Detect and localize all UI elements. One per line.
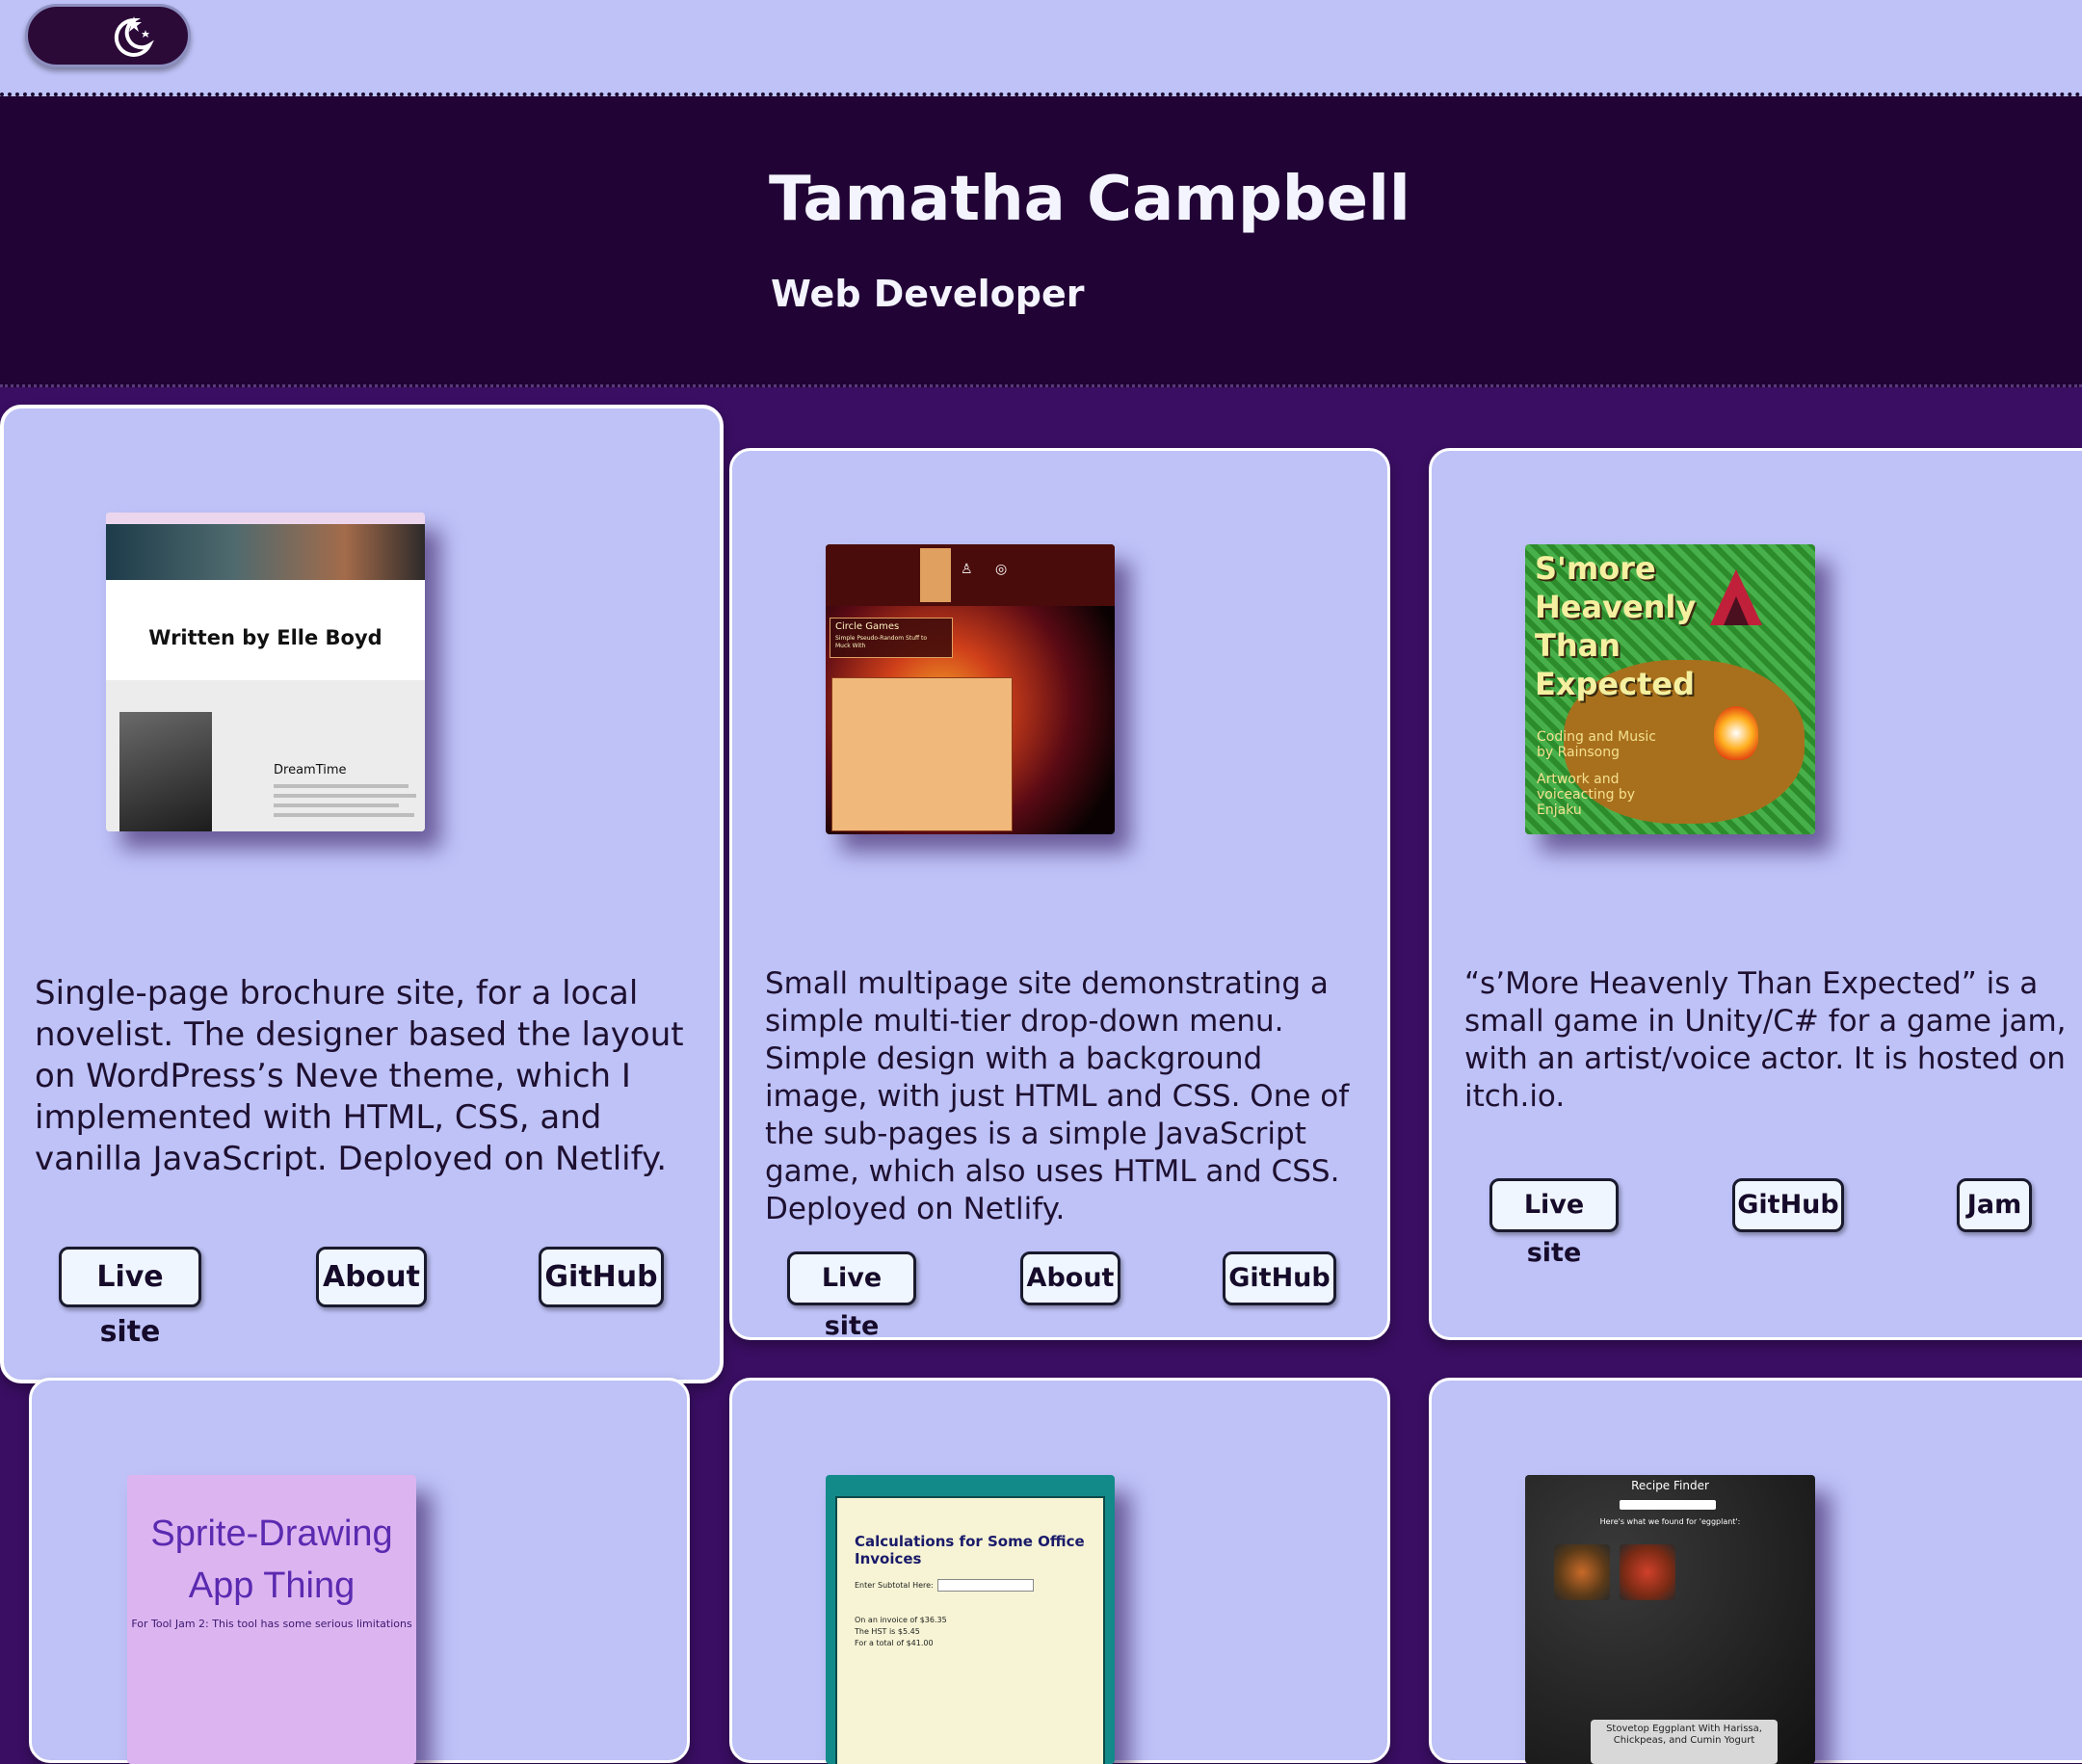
preview-title-line: App Thing: [188, 1566, 356, 1606]
moon-stars-icon: [114, 16, 154, 57]
developer-role: Web Developer: [771, 273, 1085, 315]
location-icon: ◎: [995, 562, 1008, 577]
preview-value: On an invoice of $36.35: [855, 1616, 947, 1624]
github-button[interactable]: GitHub: [1223, 1251, 1336, 1305]
preview-input: [937, 1579, 1034, 1592]
project-preview-image: Recipe Finder Here's what we found for '…: [1525, 1475, 1815, 1764]
preview-title-line: Expected: [1535, 666, 1695, 702]
tent-icon: [1710, 569, 1762, 625]
preview-subtitle: For Tool Jam 2: This tool has some serio…: [131, 1618, 412, 1630]
top-bar: [0, 0, 2082, 96]
preview-value: For a total of $41.00: [855, 1639, 934, 1647]
preview-value: The HST is $5.45: [855, 1627, 920, 1636]
preview-input-label: Enter Subtotal Here:: [855, 1581, 934, 1590]
preview-subtitle: Simple Pseudo-Random Stuff to Muck With: [835, 635, 928, 649]
site-header: Tamatha Campbell Web Developer: [0, 96, 2082, 387]
preview-credit: Coding and Music by Rainsong: [1537, 729, 1656, 760]
preview-title: Circle Games: [835, 621, 900, 632]
preview-title: Recipe Finder: [1631, 1479, 1709, 1492]
project-card-circle-games[interactable]: ♙ ◎ Circle Games Simple Pseudo-Random St…: [729, 448, 1390, 1341]
preview-title: Calculations for Some Office Invoices: [855, 1533, 1085, 1567]
theme-toggle-button[interactable]: [25, 4, 191, 67]
preview-title-line: Sprite-Drawing: [150, 1514, 393, 1554]
person-icon: ♙: [961, 562, 973, 577]
preview-subtitle: Here's what we found for 'eggplant':: [1599, 1517, 1741, 1526]
preview-subtitle: DreamTime: [274, 763, 347, 777]
recipe-thumbnail: [1554, 1544, 1610, 1600]
project-description: “s’More Heavenly Than Expected” is a sma…: [1464, 966, 2067, 1114]
project-preview-image: ♙ ◎ Circle Games Simple Pseudo-Random St…: [826, 544, 1115, 834]
preview-title-line: Than: [1535, 627, 1621, 664]
project-preview-image: Calculations for Some Office Invoices En…: [826, 1475, 1115, 1764]
jam-button[interactable]: Jam: [1957, 1178, 2032, 1232]
hero-banner: [106, 524, 425, 580]
preview-title-line: S'more: [1535, 550, 1656, 587]
preview-search-input: [1620, 1500, 1716, 1510]
nav-home-tab: [920, 548, 951, 602]
live-site-button[interactable]: Live site: [787, 1251, 916, 1341]
preview-title: Written by Elle Boyd: [148, 626, 382, 649]
live-site-button[interactable]: Live site: [59, 1247, 201, 1349]
preview-text-panel: [831, 677, 1013, 831]
about-button[interactable]: About: [316, 1247, 427, 1307]
project-preview-image: S'more Heavenly Than Expected Coding and…: [1525, 544, 1815, 834]
project-preview-image: Written by Elle Boyd DreamTime: [106, 513, 425, 831]
preview-title-line: Heavenly: [1535, 589, 1697, 625]
campfire-flame: [1714, 706, 1758, 760]
recipe-thumbnail: [1620, 1544, 1675, 1600]
project-card-smore[interactable]: S'more Heavenly Than Expected Coding and…: [1429, 448, 2082, 1340]
project-description: Small multipage site demonstrating a sim…: [765, 966, 1350, 1226]
github-button[interactable]: GitHub: [1732, 1178, 1844, 1232]
about-button[interactable]: About: [1020, 1251, 1120, 1305]
project-card-invoice-calc[interactable]: Calculations for Some Office Invoices En…: [729, 1378, 1390, 1764]
project-card-sprite-drawing[interactable]: Sprite-Drawing App Thing For Tool Jam 2:…: [29, 1378, 690, 1764]
preview-credit: Artwork and voiceacting by Enjaku: [1537, 772, 1636, 818]
live-site-button[interactable]: Live site: [1489, 1178, 1619, 1268]
github-button[interactable]: GitHub: [539, 1247, 664, 1307]
project-card-brochure[interactable]: Written by Elle Boyd DreamTime Single-pa…: [0, 405, 724, 1383]
author-photo: [119, 712, 212, 831]
project-card-recipe-finder[interactable]: Recipe Finder Here's what we found for '…: [1429, 1378, 2082, 1764]
recipe-caption: Stovetop Eggplant With Harissa, Chickpea…: [1606, 1724, 1762, 1746]
browser-bar: [106, 513, 425, 524]
project-preview-image: Sprite-Drawing App Thing For Tool Jam 2:…: [127, 1475, 416, 1764]
developer-name: Tamatha Campbell: [769, 164, 1410, 235]
project-description: Single-page brochure site, for a local n…: [35, 974, 684, 1178]
